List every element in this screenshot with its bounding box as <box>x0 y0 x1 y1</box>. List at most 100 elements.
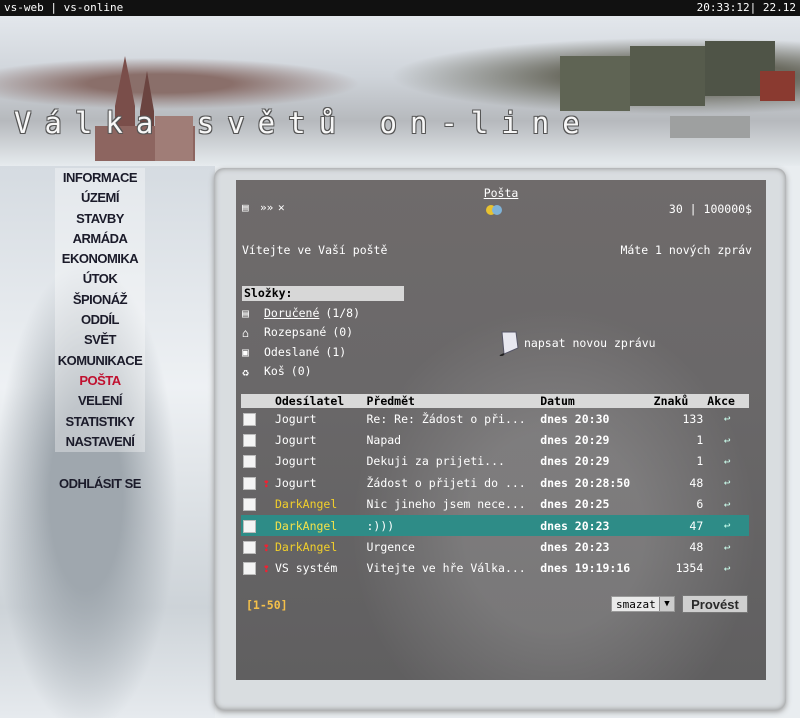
chars-cell: 48 <box>689 475 704 490</box>
nav-item-3[interactable]: ARMÁDA <box>55 228 145 250</box>
main-navigation: INFORMACE ÚZEMÍ STAVBY ARMÁDA EKONOMIKA ÚTOK Š… <box>55 168 145 494</box>
page-title[interactable]: Pošta <box>236 186 766 200</box>
close-icon[interactable]: ✕ <box>278 202 292 214</box>
drafts-icon: ⌂ <box>242 325 249 340</box>
submit-button[interactable]: Provést <box>682 595 748 613</box>
table-row[interactable]: DarkAngel Nic jineho jsem nece... dnes 20:… <box>241 494 749 515</box>
sender-cell[interactable]: DarkAngel <box>272 514 365 537</box>
row-checkbox[interactable] <box>243 541 256 555</box>
new-messages-count: Máte 1 nových zpráv <box>620 243 752 257</box>
site-links[interactable]: vs-web | vs-online <box>4 0 123 16</box>
nav-item-10[interactable]: POŠTA <box>55 370 145 392</box>
subject-cell[interactable]: Vitejte ve hře Válka... <box>364 558 538 579</box>
date-cell: dnes 19:19:16 <box>540 561 631 576</box>
row-checkbox[interactable] <box>243 455 256 469</box>
sender-cell[interactable]: Jogurt <box>273 472 365 493</box>
sender-cell[interactable]: Jogurt <box>273 429 365 450</box>
chevron-down-icon[interactable]: ▼ <box>659 597 674 611</box>
date-cell: dnes 20:30 <box>540 411 610 426</box>
date-cell: dnes 20:29 <box>540 454 610 469</box>
sender-cell[interactable]: DarkAngel <box>273 536 365 557</box>
folder-item[interactable]: ▤ Doručené (1/8) <box>242 304 360 321</box>
sender-cell[interactable]: VS systém <box>273 558 365 579</box>
reply-icon[interactable]: ↩ <box>724 562 731 575</box>
reply-icon[interactable]: ↩ <box>724 541 731 554</box>
chars-cell: 1 <box>696 433 704 448</box>
subject-cell[interactable]: Napad <box>364 429 538 450</box>
nav-item-2[interactable]: STAVBY <box>55 208 145 229</box>
row-checkbox[interactable] <box>243 519 256 533</box>
nav-item-8[interactable]: SVĚT <box>55 330 145 351</box>
server-clock: 20:33:12| 22.12 <box>696 1 796 14</box>
reply-icon[interactable]: ↩ <box>724 498 731 511</box>
col-subject[interactable]: Předmět <box>364 394 539 408</box>
compose-link[interactable]: napsat novou zprávu <box>498 330 656 356</box>
row-checkbox[interactable] <box>243 434 256 448</box>
table-row[interactable]: ❢ Jogurt Žádost o přijeti do ... dnes 20:28… <box>241 472 749 493</box>
folder-label: Doručené <box>264 305 320 320</box>
important-flag-icon: ❢ <box>262 541 270 555</box>
folder-item[interactable]: ⌂ Rozepsané (0) <box>242 324 353 341</box>
reply-icon[interactable]: ↩ <box>724 434 731 447</box>
nav-item-9[interactable]: KOMUNIKACE <box>55 350 145 371</box>
inbox-icon: ▤ <box>242 306 249 320</box>
nav-item-7[interactable]: ODDÍL <box>55 310 145 331</box>
subject-cell[interactable]: Dekuji za prijeti... <box>364 451 538 472</box>
nav-item-0[interactable]: INFORMACE <box>55 168 145 189</box>
reply-icon[interactable]: ↩ <box>724 412 731 425</box>
date-cell: dnes 20:23 <box>538 514 652 537</box>
nav-item-4[interactable]: EKONOMIKA <box>55 249 145 270</box>
date-cell: dnes 20:25 <box>540 497 610 512</box>
pagination[interactable]: [1-50] <box>246 598 288 612</box>
subject-cell[interactable]: :))) <box>364 514 539 537</box>
table-row[interactable]: Jogurt Napad dnes 20:29 1 ↩ <box>241 429 749 450</box>
nav-item-6[interactable]: ŠPIONÁŽ <box>55 289 145 311</box>
sender-cell[interactable]: Jogurt <box>273 408 365 429</box>
folder-label: Rozepsané <box>264 325 327 339</box>
col-date[interactable]: Datum <box>538 394 652 408</box>
col-chars[interactable]: Znaků <box>651 394 706 408</box>
reply-icon[interactable]: ↩ <box>724 519 731 532</box>
table-row[interactable]: Jogurt Re: Re: Žádost o při... dnes 20:30 1… <box>241 408 749 429</box>
chars-cell: 47 <box>651 514 706 537</box>
table-row[interactable]: DarkAngel:))) dnes 20:23 47 ↩ <box>241 514 749 537</box>
sender-cell[interactable]: Jogurt <box>273 451 365 472</box>
reply-icon[interactable]: ↩ <box>724 476 731 489</box>
table-row[interactable]: Jogurt Dekuji za prijeti... dnes 20:29 1 ↩ <box>241 451 749 472</box>
folders-header: Složky: <box>242 286 404 301</box>
folder-label: Koš <box>264 364 285 378</box>
nav-item-13[interactable]: NASTAVENÍ <box>55 431 145 453</box>
nav-item-5[interactable]: ÚTOK <box>55 269 145 290</box>
row-checkbox[interactable] <box>243 562 256 576</box>
date-cell: dnes 20:23 <box>540 540 610 555</box>
reply-icon[interactable]: ↩ <box>724 455 731 468</box>
folder-item[interactable]: ♻ Koš (0) <box>242 363 312 380</box>
chars-cell: 48 <box>689 540 704 555</box>
subject-cell[interactable]: Nic jineho jsem nece... <box>364 494 538 515</box>
chars-cell: 6 <box>696 497 704 512</box>
table-row[interactable]: ❢ DarkAngel Urgence dnes 20:23 48 ↩ <box>241 536 749 557</box>
table-row[interactable]: ❢ VS systém Vitejte ve hře Válka... dnes 19… <box>241 558 749 579</box>
nav-item-11[interactable]: VELENÍ <box>55 391 145 412</box>
subject-cell[interactable]: Urgence <box>364 536 538 557</box>
compose-icon <box>499 331 519 356</box>
row-checkbox[interactable] <box>243 498 256 512</box>
bulk-action-select[interactable]: smazat ▼ <box>611 596 675 612</box>
subject-cell[interactable]: Re: Re: Žádost o při... <box>364 408 538 429</box>
trash-icon: ♻ <box>242 364 249 379</box>
nav-item-12[interactable]: STATISTIKY <box>55 411 145 432</box>
logout-link[interactable]: ODHLÁSIT SE <box>55 474 145 494</box>
sender-cell[interactable]: DarkAngel <box>273 494 365 515</box>
important-flag-icon: ❢ <box>262 476 270 490</box>
nav-item-1[interactable]: ÚZEMÍ <box>55 188 145 209</box>
mail-panel: Pošta ▤ »» ✕ 30 | 100000$ Vítejte ve Vaš… <box>236 180 766 680</box>
welcome-text: Vítejte ve Vaší poště <box>242 243 388 257</box>
forward-icon[interactable]: »» <box>260 202 274 214</box>
list-icon[interactable]: ▤ <box>242 202 256 214</box>
row-checkbox[interactable] <box>243 476 256 490</box>
col-sender[interactable]: Odesílatel <box>272 394 365 408</box>
subject-cell[interactable]: Žádost o přijeti do ... <box>364 472 538 493</box>
folder-item[interactable]: ▣ Odeslané (1) <box>242 343 346 360</box>
toolbar-icons: ▤ »» ✕ <box>242 202 292 214</box>
row-checkbox[interactable] <box>243 412 256 426</box>
